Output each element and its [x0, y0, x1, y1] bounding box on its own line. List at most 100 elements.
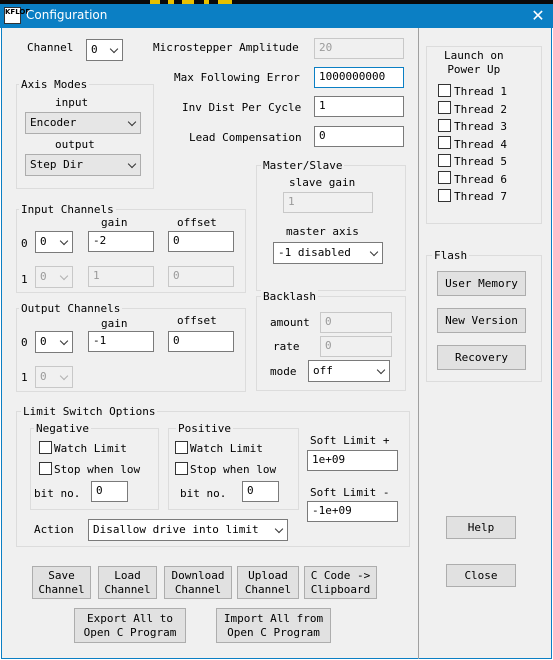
chevron-down-icon	[59, 271, 69, 281]
window-title: Configuration	[26, 8, 108, 22]
close-icon[interactable]: ✕	[523, 4, 553, 28]
output-channels-title: Output Channels	[19, 302, 123, 315]
lead-comp-field[interactable]: 0	[314, 126, 404, 147]
upload-channel-button[interactable]: Upload Channel	[237, 566, 299, 599]
thread-2-checkbox[interactable]	[438, 101, 451, 114]
output-mode-label: output	[55, 138, 95, 151]
soft-limit-neg-field[interactable]: -1e+09	[307, 501, 398, 522]
import-all-button[interactable]: Import All from Open C Program	[216, 608, 331, 643]
input-offset-field[interactable]: 0	[168, 266, 234, 287]
chevron-down-icon	[109, 44, 119, 54]
master-axis-label: master axis	[286, 225, 359, 238]
chevron-down-icon	[59, 371, 69, 381]
chevron-down-icon	[127, 117, 137, 127]
thread-3-checkbox[interactable]	[438, 119, 451, 132]
input-channel-select[interactable]: 0	[35, 266, 73, 288]
backlash-rate-field[interactable]: 0	[320, 336, 392, 357]
soft-limit-pos-label: Soft Limit +	[310, 434, 390, 447]
positive-limit-title: Positive	[176, 422, 233, 435]
channel-select[interactable]: 0	[86, 39, 123, 61]
output-mode-select[interactable]: Step Dir	[25, 154, 141, 176]
backlash-amount-field[interactable]: 0	[320, 312, 392, 333]
input-gain-field[interactable]: -2	[88, 231, 154, 252]
soft-limit-neg-label: Soft Limit -	[310, 486, 390, 499]
chevron-down-icon	[376, 365, 386, 375]
user-memory-button[interactable]: User Memory	[437, 271, 526, 296]
column-separator	[418, 28, 419, 659]
pos-bit-field[interactable]: 0	[242, 481, 279, 502]
input-gain-field[interactable]: 1	[88, 266, 154, 287]
thread-4-checkbox[interactable]	[438, 136, 451, 149]
thread-6-checkbox[interactable]	[438, 171, 451, 184]
limit-switch-title: Limit Switch Options	[21, 405, 158, 418]
max-following-label: Max Following Error	[174, 71, 300, 84]
microstepper-label: Microstepper Amplitude	[153, 41, 299, 54]
action-select[interactable]: Disallow drive into limit	[88, 519, 288, 541]
output-row-index: 1	[21, 371, 28, 384]
save-channel-button[interactable]: Save Channel	[32, 566, 91, 599]
chevron-down-icon	[127, 159, 137, 169]
download-channel-button[interactable]: Download Channel	[164, 566, 232, 599]
new-version-button[interactable]: New Version	[437, 308, 526, 333]
max-following-field[interactable]: 1000000000	[314, 67, 404, 88]
neg-stop-when-low-label: Stop when low	[54, 463, 141, 476]
thread-5-checkbox[interactable]	[438, 154, 451, 167]
chevron-down-icon	[59, 236, 69, 246]
slave-gain-label: slave gain	[289, 176, 356, 189]
input-offset-field[interactable]: 0	[168, 231, 234, 252]
pos-watch-limit-label: Watch Limit	[190, 442, 263, 455]
input-row-index: 1	[21, 273, 28, 286]
inv-dist-field[interactable]: 1	[314, 96, 404, 117]
backlash-title: Backlash	[261, 290, 318, 303]
master-axis-select[interactable]: -1 disabled	[273, 242, 383, 264]
chevron-down-icon	[274, 524, 284, 534]
input-channels-title: Input Channels	[19, 203, 116, 216]
backlash-amount-label: amount	[270, 316, 310, 329]
action-label: Action	[34, 523, 74, 536]
inv-dist-label: Inv Dist Per Cycle	[182, 101, 302, 114]
title-bar: KFLOP Configuration ✕	[0, 4, 553, 28]
neg-stop-when-low-checkbox[interactable]	[39, 462, 52, 475]
input-offset-header: offset	[177, 216, 217, 229]
launch-title: Launch on Power Up	[442, 49, 506, 77]
soft-limit-pos-field[interactable]: 1e+09	[307, 450, 398, 471]
neg-watch-limit-label: Watch Limit	[54, 442, 127, 455]
thread-1-checkbox[interactable]	[438, 84, 451, 97]
load-channel-button[interactable]: Load Channel	[98, 566, 157, 599]
output-offset-header: offset	[177, 314, 217, 327]
microstepper-field[interactable]: 20	[314, 38, 404, 59]
backlash-mode-label: mode	[270, 365, 297, 378]
thread-7-checkbox[interactable]	[438, 189, 451, 202]
thread-7-label: Thread 7	[454, 190, 507, 203]
neg-bit-field[interactable]: 0	[91, 481, 128, 502]
output-offset-field[interactable]: 0	[168, 331, 234, 352]
neg-bit-label: bit no.	[34, 487, 81, 500]
output-row-index: 0	[21, 336, 28, 349]
input-mode-select[interactable]: Encoder	[25, 112, 141, 134]
backlash-mode-select[interactable]: off	[308, 360, 390, 382]
output-channel-select[interactable]: 0	[35, 366, 73, 388]
thread-6-label: Thread 6	[454, 173, 507, 186]
recovery-button[interactable]: Recovery	[437, 345, 526, 370]
neg-watch-limit-checkbox[interactable]	[39, 441, 52, 454]
backlash-rate-label: rate	[273, 340, 300, 353]
input-channel-select[interactable]: 0	[35, 231, 73, 253]
pos-stop-when-low-checkbox[interactable]	[175, 462, 188, 475]
close-button[interactable]: Close	[446, 564, 516, 587]
help-button[interactable]: Help	[446, 516, 516, 539]
axis-modes-title: Axis Modes	[19, 78, 90, 91]
pos-bit-label: bit no.	[180, 487, 227, 500]
output-gain-field[interactable]: -1	[88, 331, 154, 352]
dialog-body: Channel 0 Microstepper Amplitude 20 Max …	[1, 28, 552, 659]
pos-watch-limit-checkbox[interactable]	[175, 441, 188, 454]
thread-1-label: Thread 1	[454, 85, 507, 98]
thread-5-label: Thread 5	[454, 155, 507, 168]
negative-limit-title: Negative	[34, 422, 91, 435]
thread-2-label: Thread 2	[454, 103, 507, 116]
pos-stop-when-low-label: Stop when low	[190, 463, 277, 476]
input-gain-header: gain	[101, 216, 128, 229]
export-all-button[interactable]: Export All to Open C Program	[74, 608, 186, 643]
c-code-clipboard-button[interactable]: C Code -> Clipboard	[304, 566, 377, 599]
slave-gain-field[interactable]: 1	[283, 192, 373, 213]
output-channel-select[interactable]: 0	[35, 331, 73, 353]
